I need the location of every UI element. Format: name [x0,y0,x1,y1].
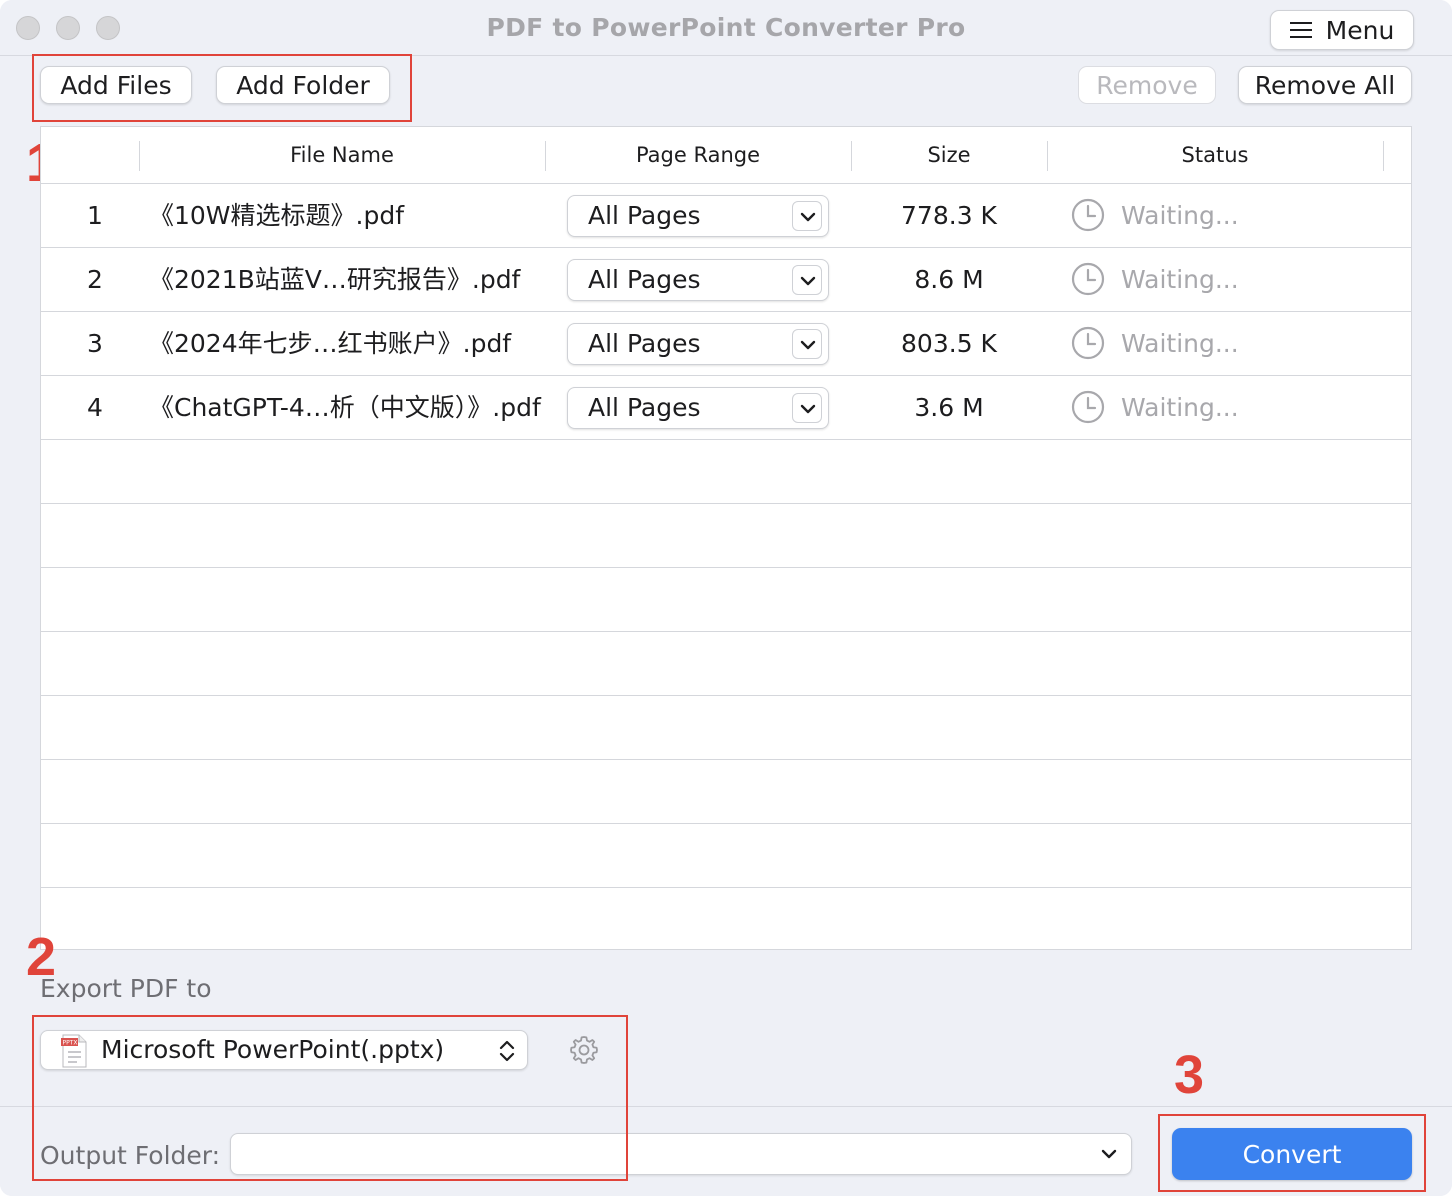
chevron-down-icon [792,265,822,295]
app-window: PDF to PowerPoint Converter Pro Menu Add… [0,0,1452,1196]
status-text: Waiting... [1121,201,1239,230]
clock-icon [1071,262,1105,296]
file-name: 《2024年七步…红书账户》.pdf [149,329,512,358]
status-text: Waiting... [1121,265,1239,294]
empty-table-row [41,824,1411,888]
file-status: Waiting... [1071,376,1391,440]
column-header-page-range[interactable]: Page Range [545,127,851,184]
empty-table-row [41,504,1411,568]
convert-button[interactable]: Convert [1172,1128,1412,1180]
file-size: 3.6 M [914,393,984,422]
title-bar: PDF to PowerPoint Converter Pro [0,0,1452,56]
empty-table-row [41,440,1411,504]
file-name: 《10W精选标题》.pdf [149,201,405,230]
clock-icon [1071,326,1105,360]
chevron-down-icon [792,393,822,423]
table-row[interactable]: 3 《2024年七步…红书账户》.pdf All Pages 803.5 K W… [41,312,1411,376]
remove-button[interactable]: Remove [1078,66,1216,104]
chevron-down-icon [1101,1149,1117,1159]
page-range-value: All Pages [588,393,701,422]
file-status: Waiting... [1071,184,1391,248]
page-range-select[interactable]: All Pages [567,387,829,429]
empty-table-row [41,696,1411,760]
page-range-value: All Pages [588,201,701,230]
table-row[interactable]: 2 《2021B站蓝V…研究报告》.pdf All Pages 8.6 M Wa… [41,248,1411,312]
row-index: 4 [87,393,103,422]
window-title: PDF to PowerPoint Converter Pro [486,13,966,42]
empty-table-row [41,760,1411,824]
page-range-value: All Pages [588,265,701,294]
file-size: 8.6 M [914,265,984,294]
menu-label: Menu [1325,15,1395,45]
table-header: File Name Page Range Size Status [41,127,1411,184]
annotation-box-2 [32,1015,628,1181]
column-header-size[interactable]: Size [851,127,1047,184]
status-text: Waiting... [1121,329,1239,358]
status-text: Waiting... [1121,393,1239,422]
table-row[interactable]: 1 《10W精选标题》.pdf All Pages 778.3 K Waitin… [41,184,1411,248]
annotation-box-1 [32,54,412,122]
page-range-select[interactable]: All Pages [567,323,829,365]
clock-icon [1071,390,1105,424]
chevron-down-icon [792,329,822,359]
export-label: Export PDF to [40,974,212,1003]
file-name: 《2021B站蓝V…研究报告》.pdf [149,265,521,294]
clock-icon [1071,198,1105,232]
menu-button[interactable]: Menu [1270,10,1414,50]
hamburger-icon [1289,22,1312,38]
page-range-select[interactable]: All Pages [567,195,829,237]
column-header-status[interactable]: Status [1047,127,1383,184]
remove-all-button[interactable]: Remove All [1238,66,1412,104]
file-name: 《ChatGPT-4…析（中文版）》.pdf [149,393,541,422]
file-size: 778.3 K [901,201,997,230]
empty-table-row [41,632,1411,696]
file-status: Waiting... [1071,248,1391,312]
column-header-file-name[interactable]: File Name [139,127,545,184]
chevron-down-icon [792,201,822,231]
file-size: 803.5 K [901,329,997,358]
row-index: 2 [87,265,103,294]
page-range-select[interactable]: All Pages [567,259,829,301]
page-range-value: All Pages [588,329,701,358]
file-table: File Name Page Range Size Status 1 《10W精… [40,126,1412,950]
empty-table-row [41,568,1411,632]
empty-table-row [41,888,1411,952]
column-divider [1383,141,1384,171]
file-status: Waiting... [1071,312,1391,376]
annotation-number-3: 3 [1174,1045,1205,1105]
table-row[interactable]: 4 《ChatGPT-4…析（中文版）》.pdf All Pages 3.6 M… [41,376,1411,440]
row-index: 3 [87,329,103,358]
row-index: 1 [87,201,103,230]
